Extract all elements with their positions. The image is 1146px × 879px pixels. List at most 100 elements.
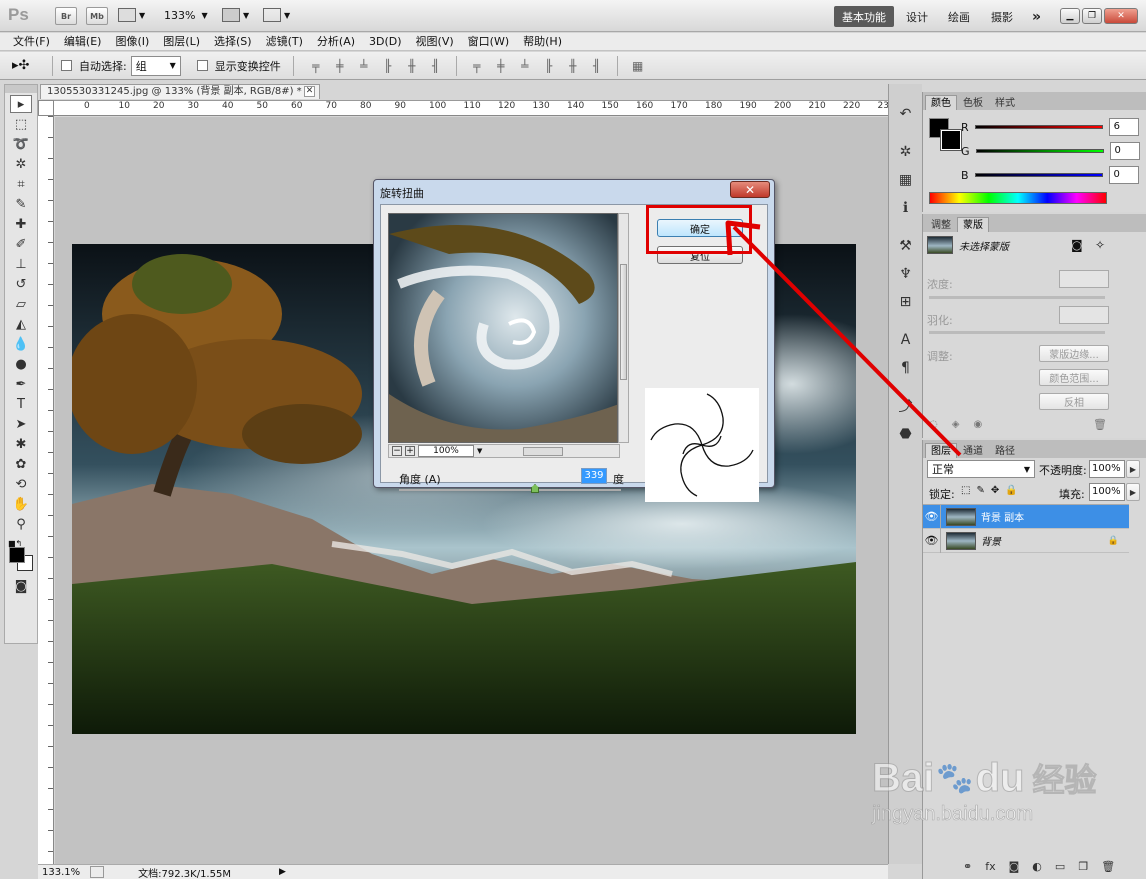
mini-bridge-button[interactable]: Mb [86,7,108,25]
workspace-essentials[interactable]: 基本功能 [834,6,894,27]
filter-preview[interactable] [388,213,618,443]
close-document-icon[interactable]: ✕ [304,86,315,97]
show-transform-checkbox[interactable] [196,60,208,71]
r-slider[interactable] [974,125,1103,129]
3d-rotate-tool-icon[interactable]: ✿ [10,455,32,473]
lock-transparent-icon[interactable]: ⬚ [961,485,970,496]
menu-help[interactable]: 帮助(H) [516,33,569,51]
r-value-field[interactable]: 6 [1108,118,1139,136]
blur-tool-icon[interactable]: 💧 [10,335,32,353]
color-swatches[interactable]: ■↰ [5,539,37,573]
angle-slider[interactable] [399,489,621,491]
color-range-button[interactable]: 颜色范围... [1039,369,1109,386]
quick-mask-icon[interactable]: ◙ [10,577,32,595]
align-left-icon[interactable]: ╟ [381,59,395,73]
workspace-painting[interactable]: 绘画 [940,6,978,27]
layer-row-background-copy[interactable]: 👁 背景 副本 [923,504,1129,529]
fill-field[interactable]: 100% [1089,483,1125,501]
histogram-panel-icon[interactable]: ▦ [894,168,918,192]
eyedropper-tool-icon[interactable]: ✎ [10,195,32,213]
dodge-tool-icon[interactable]: ● [10,355,32,373]
brush-tool-icon[interactable]: ✐ [10,235,32,253]
marquee-tool-icon[interactable]: ⬚ [10,115,32,133]
3d-orbit-tool-icon[interactable]: ⟲ [10,475,32,493]
fill-arrow-icon[interactable]: ▶ [1126,483,1140,501]
align-vcenter-icon[interactable]: ╪ [333,59,347,73]
status-icon[interactable] [90,866,105,878]
tab-paths[interactable]: 路径 [989,443,1021,458]
type-tool-icon[interactable]: T [10,395,32,413]
menu-3d[interactable]: 3D(D) [362,33,409,51]
g-value-field[interactable]: 0 [1109,142,1140,160]
pen-tool-icon[interactable]: ✒ [10,375,32,393]
opacity-arrow-icon[interactable]: ▶ [1126,460,1140,478]
invert-button[interactable]: 反相 [1039,393,1109,410]
zoom-tool-icon[interactable]: ⚲ [10,515,32,533]
clone-stamp-tool-icon[interactable]: ⊥ [10,255,32,273]
distribute-hcenter-icon[interactable]: ╫ [566,59,580,73]
disable-mask-icon[interactable]: ◉ [973,419,982,430]
workspace-design[interactable]: 设计 [898,6,936,27]
menu-layer[interactable]: 图层(L) [156,33,207,51]
background-color-swatch[interactable] [940,129,962,151]
screen-mode-menu[interactable]: ▼ [263,8,290,22]
zoom-level-menu[interactable]: 133% ▼ [164,9,208,22]
lock-all-icon[interactable]: 🔒 [1005,485,1017,496]
menu-file[interactable]: 文件(F) [6,33,57,51]
g-slider[interactable] [975,149,1104,153]
navigator-panel-icon[interactable]: ✲ [894,140,918,164]
ruler-origin[interactable] [38,100,54,116]
density-field[interactable] [1059,270,1109,288]
opacity-field[interactable]: 100% [1089,460,1125,478]
status-menu-arrow-icon[interactable]: ▶ [279,867,286,877]
feather-field[interactable] [1059,306,1109,324]
layer-visibility-eye-icon[interactable]: 👁 [923,504,941,529]
view-extras-menu[interactable]: ▼ [118,8,145,22]
menu-filter[interactable]: 滤镜(T) [259,33,310,51]
auto-align-icon[interactable]: ▦ [631,59,645,73]
tab-styles[interactable]: 样式 [989,95,1021,110]
zoom-in-icon[interactable]: + [405,446,415,456]
auto-select-checkbox[interactable] [61,60,72,71]
paint-bucket-tool-icon[interactable]: ◭ [10,315,32,333]
menu-window[interactable]: 窗口(W) [461,33,516,51]
lasso-tool-icon[interactable]: ➰ [10,135,32,153]
auto-select-dropdown[interactable]: 组 ▼ [130,55,181,76]
color-spectrum-bar[interactable] [929,192,1107,204]
layer-visibility-eye-icon[interactable]: 👁 [923,528,941,553]
menu-analysis[interactable]: 分析(A) [310,33,362,51]
vector-mask-icon[interactable]: ✧ [1095,238,1105,252]
bridge-button[interactable]: Br [55,7,77,25]
angle-slider-thumb[interactable] [531,484,539,493]
lock-position-icon[interactable]: ✥ [991,485,999,496]
distribute-top-icon[interactable]: ╤ [470,59,484,73]
angle-field[interactable]: 339 [581,468,607,484]
pixel-mask-icon[interactable]: ◙ [1071,238,1083,252]
preview-hscrollbar[interactable] [523,446,564,456]
preview-zoom-dropdown-icon[interactable]: ▼ [477,447,482,455]
quick-select-tool-icon[interactable]: ✲ [10,155,32,173]
history-panel-icon[interactable]: ↶ [894,102,918,126]
close-icon[interactable]: ✕ [1104,8,1138,24]
restore-icon[interactable]: ❐ [1082,8,1102,24]
distribute-bottom-icon[interactable]: ╧ [518,59,532,73]
status-zoom[interactable]: 133.1% [42,867,80,878]
b-slider[interactable] [974,173,1103,177]
layer-row-background[interactable]: 👁 背景 🔒 [923,528,1129,553]
align-right-icon[interactable]: ╢ [429,59,443,73]
distribute-left-icon[interactable]: ╟ [542,59,556,73]
b-value-field[interactable]: 0 [1108,166,1139,184]
hand-tool-icon[interactable]: ✋ [10,495,32,513]
move-tool-preset-icon[interactable]: ▸✣ [12,58,44,73]
path-select-tool-icon[interactable]: ➤ [10,415,32,433]
preview-vscrollbar[interactable] [618,213,629,443]
history-brush-tool-icon[interactable]: ↺ [10,275,32,293]
shape-tool-icon[interactable]: ✱ [10,435,32,453]
healing-brush-tool-icon[interactable]: ✚ [10,215,32,233]
workspace-photography[interactable]: 摄影 [983,6,1021,27]
align-bottom-icon[interactable]: ╧ [357,59,371,73]
menu-image[interactable]: 图像(I) [108,33,156,51]
preview-zoom-field[interactable]: 100% [418,445,474,457]
menu-select[interactable]: 选择(S) [207,33,259,51]
align-hcenter-icon[interactable]: ╫ [405,59,419,73]
